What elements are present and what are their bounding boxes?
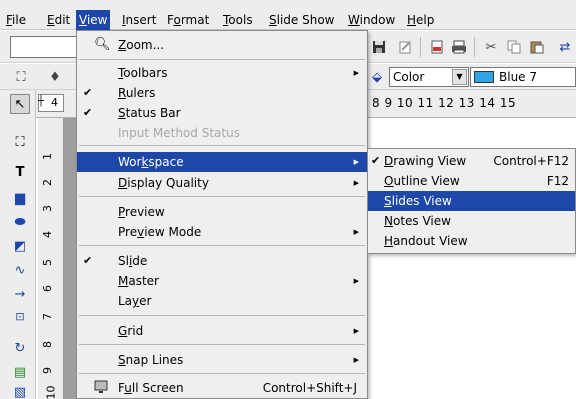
- menu-view[interactable]: View: [76, 10, 111, 30]
- menu-insert[interactable]: Insert: [122, 11, 156, 29]
- menu-item-toolbars[interactable]: Toolbars ▶: [77, 63, 367, 83]
- check-icon: ✔: [83, 86, 93, 99]
- menu-item-workspace[interactable]: Workspace ▶: [77, 152, 367, 172]
- canvas-border: [64, 118, 76, 399]
- submenu-arrow-icon: ▶: [353, 228, 359, 236]
- menu-item-preview-mode[interactable]: Preview Mode ▶: [77, 222, 367, 242]
- url-combo[interactable]: [10, 36, 80, 58]
- menubar: File Edit View Insert Format Tools Slide…: [0, 0, 576, 30]
- curve-tool-icon[interactable]: ∿: [10, 260, 30, 280]
- view-menu: 🔍︎ Zoom... Toolbars ▶ ✔ Rulers ✔ Status …: [76, 30, 368, 399]
- ruler-corner-icon: ┼: [38, 96, 45, 107]
- monitor-icon: [94, 380, 110, 396]
- check-icon: ✔: [371, 154, 381, 167]
- copy-icon[interactable]: [505, 38, 523, 56]
- 3d-object-icon[interactable]: ◩: [10, 236, 30, 256]
- drawing-toolbar: ↖ ⛶ T ▆ ⬬ ◩ ∿ → ⊡ ↻ ▤ ▧: [0, 90, 36, 399]
- menu-tools[interactable]: Tools: [223, 11, 253, 29]
- menu-separator: [79, 59, 365, 60]
- fill-type-select[interactable]: Color ▼: [389, 67, 469, 87]
- select-pointer-icon[interactable]: ↖: [10, 94, 30, 114]
- rotate-icon[interactable]: ↻: [10, 338, 30, 358]
- menu-separator: [79, 245, 365, 246]
- menu-item-full-screen[interactable]: Full Screen Control+Shift+J: [77, 378, 367, 398]
- chevron-down-icon: ▼: [452, 69, 467, 85]
- fill-color-select[interactable]: Blue 7: [470, 67, 576, 87]
- points-icon[interactable]: ⛶: [12, 68, 30, 86]
- menu-item-status-bar[interactable]: ✔ Status Bar: [77, 103, 367, 123]
- area-fill-icon[interactable]: ⬙: [368, 68, 386, 86]
- paste-icon[interactable]: [528, 38, 546, 56]
- submenu-arrow-icon: ▶: [353, 69, 359, 77]
- menu-separator: [79, 145, 365, 146]
- line-arrow-icon[interactable]: →: [10, 284, 30, 304]
- menu-item-zoom[interactable]: 🔍︎ Zoom...: [77, 35, 367, 55]
- menu-item-notes-view[interactable]: Notes View: [368, 211, 575, 231]
- print-icon[interactable]: [450, 38, 468, 56]
- vertical-ruler: 1 2 3 4 5 6 7 8 9 10: [38, 118, 64, 399]
- menu-item-slide[interactable]: ✔ Slide: [77, 251, 367, 271]
- menu-format[interactable]: Format: [167, 11, 209, 29]
- ruler-spinbox[interactable]: ┼ 4: [38, 94, 64, 112]
- menu-window[interactable]: Window: [348, 11, 395, 29]
- text-tool-icon[interactable]: T: [10, 162, 30, 182]
- workspace-submenu: ✔ Drawing View Control+F12 Outline View …: [367, 148, 576, 254]
- ellipse-tool-icon[interactable]: ⬬: [10, 212, 30, 232]
- menu-help[interactable]: Help: [407, 11, 434, 29]
- menu-separator: [79, 196, 365, 197]
- menu-item-outline-view[interactable]: Outline View F12: [368, 171, 575, 191]
- menu-separator: [79, 344, 365, 345]
- check-icon: ✔: [83, 254, 93, 267]
- menu-item-drawing-view[interactable]: ✔ Drawing View Control+F12: [368, 151, 575, 171]
- save-icon[interactable]: [370, 38, 388, 56]
- menu-item-preview[interactable]: Preview: [77, 202, 367, 222]
- menu-item-snap-lines[interactable]: Snap Lines ▶: [77, 350, 367, 370]
- menu-edit[interactable]: Edit: [47, 11, 70, 29]
- menu-item-input-method-status: Input Method Status: [118, 126, 240, 140]
- menu-slide-show[interactable]: Slide Show: [269, 11, 335, 29]
- check-icon: ✔: [83, 106, 93, 119]
- submenu-arrow-icon: ▶: [353, 158, 359, 166]
- toolbar-separator: [474, 37, 475, 57]
- menu-item-display-quality[interactable]: Display Quality ▶: [77, 173, 367, 193]
- toolbar-separator: [420, 37, 421, 57]
- line-style-icon[interactable]: ♦: [46, 68, 64, 86]
- color-swatch: [474, 71, 494, 83]
- export-pdf-icon[interactable]: [428, 38, 446, 56]
- navigator-icon[interactable]: ⇄: [556, 38, 574, 56]
- zoom-icon: 🔍︎: [94, 37, 111, 52]
- edit-file-icon[interactable]: [396, 38, 414, 56]
- submenu-arrow-icon: ▶: [353, 179, 359, 187]
- menu-item-grid[interactable]: Grid ▶: [77, 321, 367, 341]
- cut-icon[interactable]: ✂: [482, 38, 500, 56]
- submenu-arrow-icon: ▶: [353, 327, 359, 335]
- menu-item-slides-view[interactable]: Slides View: [368, 191, 575, 211]
- menu-item-rulers[interactable]: ✔ Rulers: [77, 83, 367, 103]
- arrange-icon[interactable]: ▧: [10, 382, 30, 399]
- rectangle-tool-icon[interactable]: ▆: [10, 188, 30, 208]
- menu-item-handout-view[interactable]: Handout View: [368, 231, 575, 251]
- zoom-tool-icon[interactable]: ⛶: [10, 132, 30, 152]
- connector-icon[interactable]: ⊡: [10, 306, 30, 326]
- submenu-arrow-icon: ▶: [353, 356, 359, 364]
- menu-separator: [79, 315, 365, 316]
- menu-item-layer[interactable]: Layer: [77, 291, 367, 311]
- menu-file[interactable]: File: [6, 11, 26, 29]
- submenu-arrow-icon: ▶: [353, 277, 359, 285]
- menu-separator: [79, 373, 365, 374]
- menu-item-master[interactable]: Master ▶: [77, 271, 367, 291]
- alignment-icon[interactable]: ▤: [10, 362, 30, 382]
